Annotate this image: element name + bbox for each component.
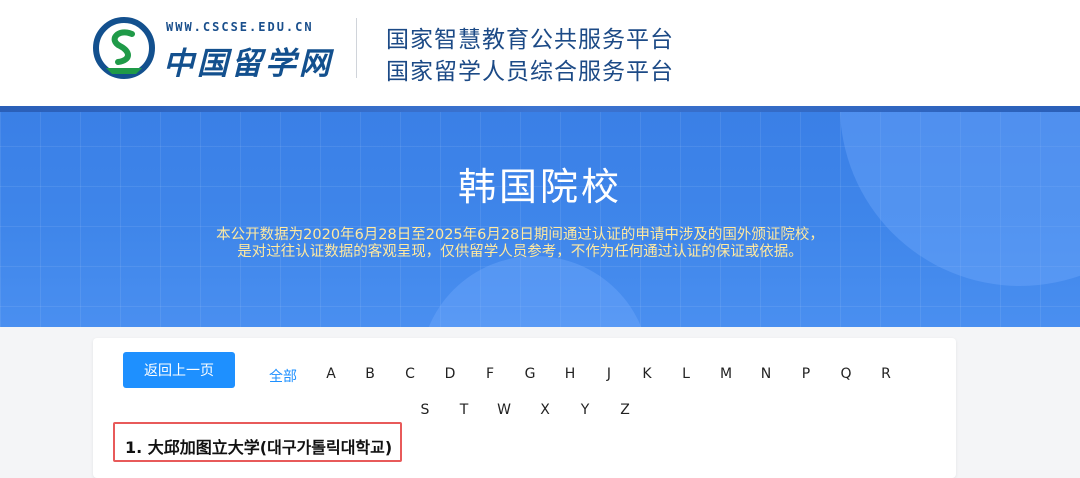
filter-letter-q[interactable]: Q	[834, 366, 858, 382]
filter-letter-y[interactable]: Y	[573, 402, 597, 418]
filter-all-link[interactable]: 全部	[263, 366, 303, 386]
back-button[interactable]: 返回上一页	[123, 352, 235, 388]
filter-letter-a[interactable]: A	[319, 366, 343, 382]
filter-letter-b[interactable]: B	[358, 366, 382, 382]
filter-letter-g[interactable]: G	[518, 366, 542, 382]
filter-letter-r[interactable]: R	[874, 366, 898, 382]
filter-letter-j[interactable]: J	[597, 366, 621, 382]
filter-letter-p[interactable]: P	[794, 366, 818, 382]
filter-letter-z[interactable]: Z	[613, 402, 637, 418]
content-card: 返回上一页 1. 大邱加图立大学(대구가톨릭대학교) 全部 A B C D F G H J K L M…	[93, 338, 956, 478]
filter-letter-k[interactable]: K	[635, 366, 659, 382]
site-header: WWW.CSCSE.EDU.CN 中国留学网 国家智慧教育公共服务平台 国家留学…	[0, 0, 1080, 106]
filter-letter-c[interactable]: C	[398, 366, 422, 382]
school-name: 1. 大邱加图立大学(대구가톨릭대학교)	[125, 438, 393, 457]
filter-letter-l[interactable]: L	[674, 366, 698, 382]
filter-letter-t[interactable]: T	[452, 402, 476, 418]
filter-letter-s[interactable]: S	[413, 402, 437, 418]
filter-letter-d[interactable]: D	[438, 366, 462, 382]
filter-letter-m[interactable]: M	[714, 366, 738, 382]
banner-top-line	[0, 106, 1080, 112]
logo-url-text: WWW.CSCSE.EDU.CN	[166, 20, 314, 34]
filter-letter-f[interactable]: F	[478, 366, 502, 382]
hero-banner: 韩国院校 本公开数据为2020年6月28日至2025年6月28日期间通过认证的申…	[0, 106, 1080, 327]
filter-letter-w[interactable]: W	[492, 402, 516, 418]
filter-letter-n[interactable]: N	[754, 366, 778, 382]
filter-letter-x[interactable]: X	[533, 402, 557, 418]
header-divider	[356, 18, 357, 78]
filter-letter-h[interactable]: H	[558, 366, 582, 382]
platform-title-2: 国家留学人员综合服务平台	[386, 59, 674, 85]
cscse-logo-icon[interactable]	[92, 16, 156, 80]
school-list-item[interactable]: 1. 大邱加图立大学(대구가톨릭대학교)	[113, 422, 402, 462]
platform-title-1: 国家智慧教育公共服务平台	[386, 27, 674, 53]
page-title: 韩国院校	[457, 165, 622, 209]
banner-description-line-2: 是对过往认证数据的客观呈现，仅供留学人员参考，不作为任何通过认证的保证或依据。	[237, 244, 803, 260]
logo-name-text: 中国留学网	[163, 46, 333, 82]
